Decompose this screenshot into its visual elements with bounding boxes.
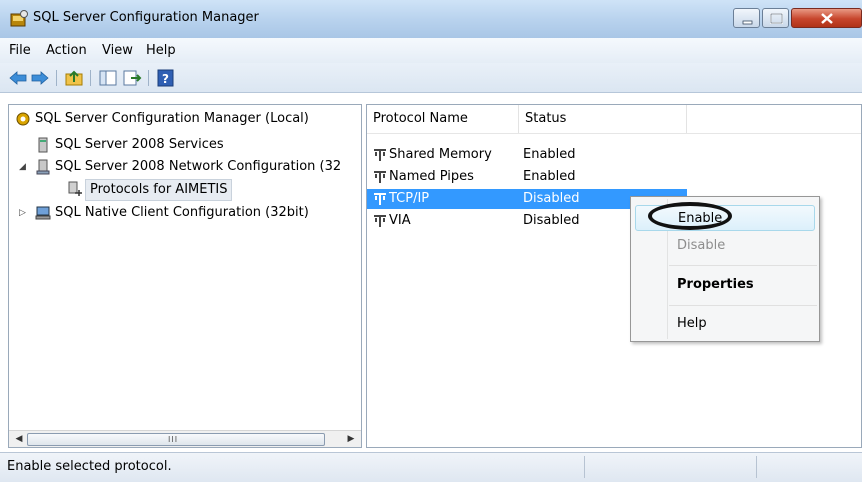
protocol-status: Disabled <box>523 213 580 228</box>
protocol-icon <box>373 148 387 162</box>
list-item[interactable]: Shared Memory Enabled <box>367 145 687 165</box>
protocol-icon <box>373 214 387 228</box>
maximize-button[interactable] <box>762 8 789 28</box>
window-title: SQL Server Configuration Manager <box>33 10 259 25</box>
tree-node-native-client[interactable]: ▷ SQL Native Client Configuration (32bit… <box>13 203 353 223</box>
minimize-button[interactable] <box>733 8 760 28</box>
collapse-arrow-icon[interactable]: ◢ <box>19 157 26 177</box>
protocol-name: TCP/IP <box>389 191 430 206</box>
sql-config-manager-icon <box>10 10 28 28</box>
protocol-status: Enabled <box>523 169 576 184</box>
menu-separator <box>669 265 817 266</box>
menu-item-disable: Disable <box>677 238 726 253</box>
protocol-name: Shared Memory <box>389 147 492 162</box>
column-header-protocol-name[interactable]: Protocol Name <box>367 105 519 133</box>
protocol-status: Enabled <box>523 147 576 162</box>
menu-help[interactable]: Help <box>146 43 176 58</box>
console-tree[interactable]: SQL Server Configuration Manager (Local)… <box>8 104 362 448</box>
status-divider <box>584 456 585 478</box>
protocol-icon <box>373 192 387 206</box>
tree-node-label: SQL Server 2008 Services <box>55 137 224 152</box>
tree-node-label: SQL Server 2008 Network Configuration (3… <box>55 159 342 174</box>
back-arrow-icon[interactable] <box>8 69 28 87</box>
protocol-name: VIA <box>389 213 411 228</box>
menu-action[interactable]: Action <box>46 43 87 58</box>
server-icon <box>35 137 51 153</box>
title-bar: SQL Server Configuration Manager <box>0 0 862 38</box>
header-divider <box>367 133 861 134</box>
protocol-icon <box>373 170 387 184</box>
tree-node-label: SQL Server Configuration Manager (Local) <box>35 111 309 126</box>
menu-item-properties[interactable]: Properties <box>635 272 815 298</box>
scroll-grip: III <box>168 435 179 444</box>
menu-file[interactable]: File <box>9 43 31 58</box>
svg-text:?: ? <box>162 72 169 86</box>
export-list-icon[interactable] <box>122 69 142 87</box>
list-item[interactable]: Named Pipes Enabled <box>367 167 687 187</box>
sql-config-manager-icon <box>15 111 31 127</box>
menu-view[interactable]: View <box>102 43 133 58</box>
horizontal-scrollbar[interactable]: ◀ III ▶ <box>9 430 361 447</box>
toolbar-separator <box>148 70 149 86</box>
menu-separator <box>669 305 817 306</box>
expand-arrow-icon[interactable]: ▷ <box>19 203 26 223</box>
network-config-icon <box>35 159 51 175</box>
show-hide-tree-icon[interactable] <box>98 69 118 87</box>
help-icon[interactable]: ? <box>156 69 176 87</box>
tree-node-label: Protocols for AIMETIS <box>85 179 233 201</box>
tree-node-label: SQL Native Client Configuration (32bit) <box>55 205 309 220</box>
tree-node-services[interactable]: SQL Server 2008 Services <box>13 135 353 155</box>
tree-node-root[interactable]: SQL Server Configuration Manager (Local) <box>13 109 353 129</box>
scroll-left-icon[interactable]: ◀ <box>11 431 27 447</box>
native-client-icon <box>35 205 51 221</box>
toolbar: ? <box>0 63 862 93</box>
tree-node-network-config[interactable]: ◢ SQL Server 2008 Network Configuration … <box>13 157 363 177</box>
status-bar: Enable selected protocol. <box>0 452 862 482</box>
up-folder-icon[interactable] <box>64 69 84 87</box>
scroll-thumb[interactable]: III <box>27 433 325 446</box>
toolbar-separator <box>90 70 91 86</box>
protocol-name: Named Pipes <box>389 169 474 184</box>
status-text: Enable selected protocol. <box>7 459 172 474</box>
forward-arrow-icon[interactable] <box>30 69 50 87</box>
protocol-status: Disabled <box>523 191 580 206</box>
menu-bar: File Action View Help <box>0 38 862 63</box>
toolbar-separator <box>56 70 57 86</box>
highlight-circle <box>648 202 732 230</box>
column-header-status[interactable]: Status <box>519 105 687 133</box>
menu-item-help[interactable]: Help <box>635 311 815 337</box>
scroll-right-icon[interactable]: ▶ <box>343 431 359 447</box>
close-button[interactable] <box>791 8 862 28</box>
status-divider <box>756 456 757 478</box>
protocols-icon <box>67 181 83 197</box>
